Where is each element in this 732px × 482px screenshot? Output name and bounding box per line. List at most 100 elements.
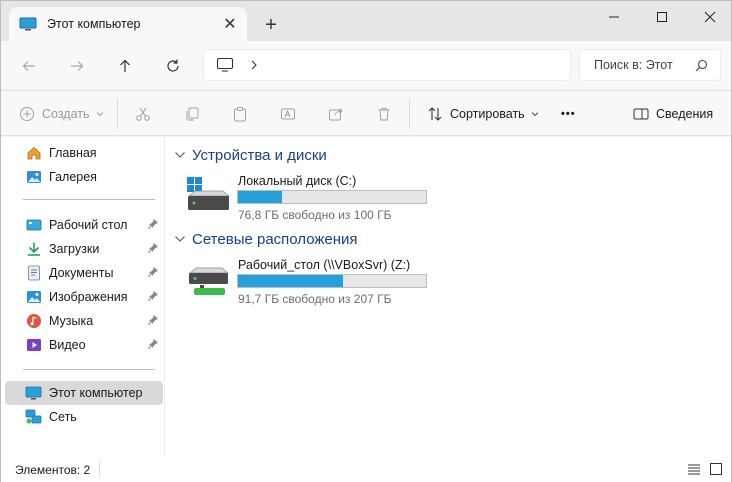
sidebar-item-network[interactable]: Сеть	[5, 405, 163, 429]
status-bar: Элементов: 2	[1, 455, 731, 482]
content-area: Главная Галерея Рабочий стол Загрузки До…	[1, 137, 731, 455]
sidebar-item-label: Главная	[49, 146, 97, 160]
refresh-button[interactable]	[160, 53, 186, 79]
network-icon	[25, 409, 42, 426]
this-pc-icon	[25, 385, 42, 402]
sidebar-item-label: Сеть	[49, 410, 77, 424]
sidebar-item-label: Изображения	[49, 290, 128, 304]
cut-button[interactable]	[135, 103, 151, 125]
this-pc-icon	[19, 17, 37, 31]
sidebar-item-home[interactable]: Главная	[5, 141, 163, 165]
copy-button[interactable]	[184, 103, 200, 125]
paste-icon	[234, 107, 246, 122]
pin-icon[interactable]	[147, 242, 159, 254]
pin-icon[interactable]	[147, 314, 159, 326]
status-divider	[99, 461, 100, 477]
pin-icon[interactable]	[147, 290, 159, 302]
sidebar-item-label: Музыка	[49, 314, 94, 328]
drive-free-space: 76,8 ГБ свободно из 100 ГБ	[238, 208, 392, 222]
pin-icon[interactable]	[147, 266, 159, 278]
group-header-network[interactable]: Сетевые расположения	[174, 229, 358, 249]
drive-usage-bar	[237, 190, 427, 204]
navigation-bar: Поиск в: Этот	[1, 41, 731, 89]
drive-item-z[interactable]: Рабочий_стол (\\VBoxSvr) (Z:) 91,7 ГБ св…	[186, 258, 446, 306]
sidebar-item-label: Загрузки	[49, 242, 100, 256]
close-icon	[704, 11, 716, 23]
delete-button[interactable]	[376, 103, 392, 125]
maximize-button[interactable]	[639, 1, 685, 33]
refresh-icon	[167, 59, 179, 72]
sidebar-item-video[interactable]: Видео	[5, 333, 163, 357]
tab-this-pc[interactable]: Этот компьютер ✕	[9, 7, 247, 41]
drive-usage-fill	[238, 275, 343, 287]
sidebar-item-music[interactable]: Музыка	[5, 309, 163, 333]
details-label: Сведения	[656, 107, 714, 121]
pin-icon[interactable]	[147, 338, 159, 350]
create-button[interactable]: Создать	[19, 103, 104, 125]
group-title: Устройства и диски	[192, 146, 327, 164]
share-button[interactable]	[328, 103, 344, 125]
drive-name: Локальный диск (C:)	[238, 174, 357, 188]
details-pane-icon	[633, 108, 649, 120]
sidebar-divider	[23, 369, 155, 370]
sort-icon	[428, 107, 442, 121]
sidebar-item-pictures[interactable]: Изображения	[5, 285, 163, 309]
file-list: Устройства и диски Локальный диск (C:) 7…	[166, 137, 731, 455]
share-icon	[329, 108, 343, 121]
sidebar-item-documents[interactable]: Документы	[5, 261, 163, 285]
forward-arrow-icon	[71, 61, 84, 71]
sidebar-item-label: Видео	[49, 338, 86, 352]
home-icon	[25, 145, 42, 162]
details-pane-button[interactable]: Сведения	[633, 103, 713, 125]
sidebar-item-label: Этот компьютер	[49, 386, 143, 400]
new-tab-button[interactable]: +	[259, 13, 283, 37]
toolbar-divider	[409, 99, 410, 129]
drive-item-c[interactable]: Локальный диск (C:) 76,8 ГБ свободно из …	[186, 174, 446, 222]
drive-name: Рабочий_стол (\\VBoxSvr) (Z:)	[238, 258, 411, 272]
search-box[interactable]: Поиск в: Этот	[579, 49, 721, 81]
forward-button[interactable]	[64, 53, 90, 79]
paste-button[interactable]	[232, 103, 248, 125]
gallery-icon	[25, 169, 42, 186]
sidebar-item-label: Рабочий стол	[49, 218, 128, 232]
more-options-button[interactable]: •••	[561, 103, 576, 125]
sort-button[interactable]: Сортировать	[427, 103, 539, 125]
close-window-button[interactable]	[687, 1, 732, 33]
tiles-view-icon[interactable]	[709, 462, 723, 476]
item-count: Элементов: 2	[15, 463, 91, 477]
sidebar-item-label: Галерея	[49, 170, 97, 184]
chevron-right-icon[interactable]	[250, 59, 258, 71]
up-button[interactable]	[112, 53, 138, 79]
drive-usage-fill	[238, 191, 282, 203]
command-bar: Создать Сортировать ••• Сведения	[1, 90, 731, 136]
tab-title: Этот компьютер	[47, 17, 141, 31]
pin-icon[interactable]	[147, 218, 159, 230]
copy-icon	[186, 107, 199, 121]
music-icon	[25, 313, 42, 330]
address-bar[interactable]	[203, 49, 571, 81]
chevron-down-icon	[175, 236, 185, 242]
sidebar-item-this-pc[interactable]: Этот компьютер	[5, 381, 163, 405]
minimize-icon	[609, 16, 619, 18]
plus-circle-icon	[20, 107, 34, 121]
search-placeholder: Поиск в: Этот	[594, 58, 673, 72]
minimize-button[interactable]	[591, 1, 637, 33]
back-button[interactable]	[16, 53, 42, 79]
chevron-down-icon	[531, 112, 539, 117]
chevron-down-icon	[96, 112, 103, 117]
create-label: Создать	[42, 107, 90, 121]
search-icon	[695, 59, 708, 72]
drive-usage-bar	[237, 274, 427, 288]
group-header-devices[interactable]: Устройства и диски	[174, 145, 327, 165]
tab-close-icon[interactable]: ✕	[221, 15, 239, 33]
sidebar-item-gallery[interactable]: Галерея	[5, 165, 163, 189]
title-bar: Этот компьютер ✕ +	[1, 1, 731, 41]
rename-button[interactable]	[280, 103, 296, 125]
details-view-icon[interactable]	[687, 462, 701, 476]
video-icon	[25, 337, 42, 354]
sidebar-item-label: Документы	[49, 266, 114, 280]
toolbar-divider	[117, 99, 118, 129]
sidebar-item-downloads[interactable]: Загрузки	[5, 237, 163, 261]
local-disk-icon	[187, 177, 230, 210]
sidebar-item-desktop[interactable]: Рабочий стол	[5, 213, 163, 237]
